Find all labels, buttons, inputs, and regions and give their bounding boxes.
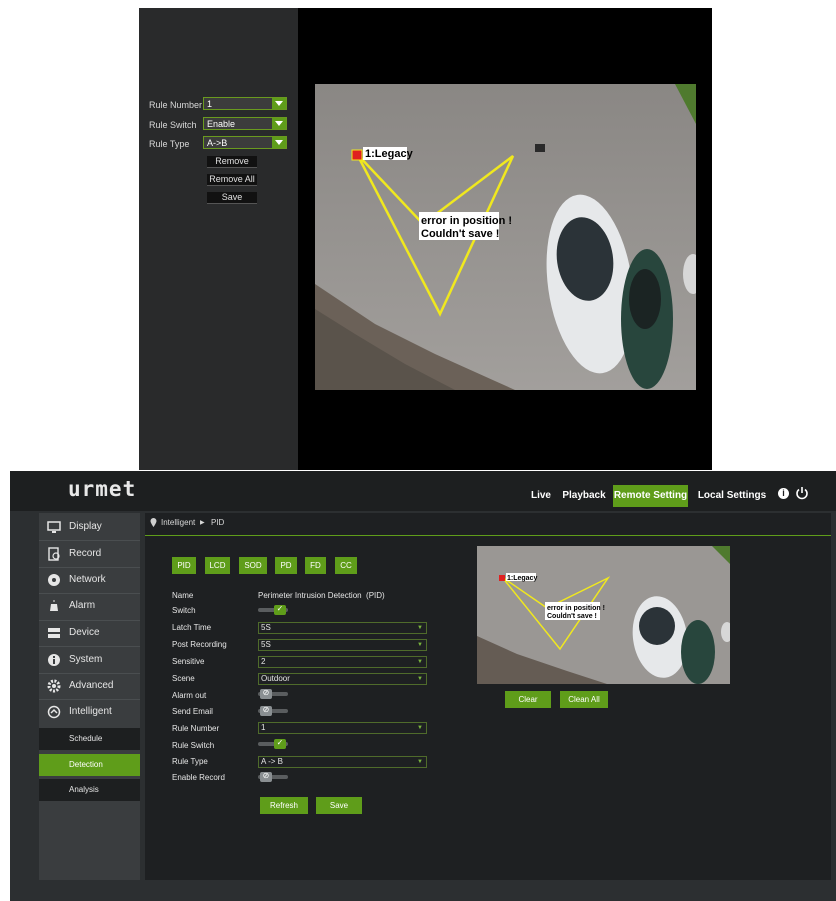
rule-switch-label: Rule Switch	[149, 120, 197, 130]
chevron-down-icon: ▼	[417, 759, 423, 765]
chevron-down-icon: ▼	[417, 725, 423, 731]
name-label: Name	[172, 591, 194, 600]
chevron-right-icon: ▶	[200, 520, 205, 526]
refresh-button[interactable]: Refresh	[260, 797, 308, 814]
send-email-toggle[interactable]: ⊘	[258, 705, 288, 716]
clean-all-button[interactable]: Clean All	[560, 691, 608, 708]
rule-tag-label: 1:Legacy	[507, 575, 537, 582]
breadcrumb-section[interactable]: Intelligent	[161, 518, 195, 527]
record-icon	[48, 547, 60, 561]
nav-local-settings[interactable]: Local Settings	[697, 485, 767, 507]
power-icon[interactable]	[795, 486, 809, 500]
chevron-down-icon: ▼	[417, 676, 423, 682]
gear-icon	[47, 679, 61, 693]
device-icon	[48, 628, 60, 638]
post-recording-label: Post Recording	[172, 640, 227, 649]
scene-select[interactable]: Outdoor ▼	[258, 673, 427, 685]
latch-time-label: Latch Time	[172, 623, 212, 632]
sidebar-subitem-analysis[interactable]: Analysis	[39, 779, 140, 801]
rule-number-label: Rule Number	[149, 100, 203, 110]
alarm-out-label: Alarm out	[172, 691, 207, 700]
save-button[interactable]: Save	[316, 797, 362, 814]
alarm-icon	[50, 600, 58, 611]
chevron-down-icon	[272, 98, 286, 109]
error-message-line2: Couldn't save !	[421, 228, 499, 240]
tab-sod[interactable]: SOD	[239, 557, 267, 574]
network-icon	[48, 574, 60, 586]
rule-type-label: Rule Type	[149, 139, 190, 149]
rule-tag-label: 1:Legacy	[365, 148, 414, 160]
scene-label: Scene	[172, 674, 195, 683]
nav-live[interactable]: Live	[527, 485, 555, 507]
tab-pid[interactable]: PID	[172, 557, 196, 574]
intelligent-icon	[47, 705, 61, 719]
chevron-down-icon: ▼	[417, 659, 423, 665]
sidebar-item-system[interactable]: System	[39, 647, 140, 674]
info-circle-icon	[48, 654, 60, 666]
post-recording-select[interactable]: 5S ▼	[258, 639, 427, 651]
rule-switch-select[interactable]: Enable	[203, 117, 287, 130]
tab-fd[interactable]: FD	[305, 557, 326, 574]
tab-cc[interactable]: CC	[335, 557, 357, 574]
sidebar-item-device[interactable]: Device	[39, 620, 140, 647]
brand-logo: urmet	[68, 477, 137, 501]
rule-settings-panel: Rule Number 1 Rule Switch Enable Rule Ty…	[139, 8, 298, 470]
alarm-out-toggle[interactable]: ⊘	[258, 688, 288, 699]
sidebar-item-advanced[interactable]: Advanced	[39, 673, 140, 700]
camera-preview-small[interactable]: 1:Legacy error in position ! Couldn't sa…	[477, 546, 730, 684]
tab-pd[interactable]: PD	[275, 557, 297, 574]
rule-switch-toggle[interactable]: ✓	[258, 738, 288, 749]
error-message-line1: error in position !	[421, 215, 512, 227]
rule-type-label: Rule Type	[172, 757, 208, 766]
remove-button[interactable]: Remove	[207, 156, 257, 168]
sidebar-subitem-schedule[interactable]: Schedule	[39, 728, 140, 750]
check-icon: ✓	[274, 604, 286, 615]
switch-label: Switch	[172, 606, 196, 615]
save-rule-button[interactable]: Save	[207, 192, 257, 204]
toggle-off-icon: ⊘	[260, 688, 272, 699]
rule-number-label: Rule Number	[172, 724, 220, 733]
rule-switch-label: Rule Switch	[172, 741, 215, 750]
sidebar-item-network[interactable]: Network	[39, 567, 140, 594]
sidebar-item-intelligent[interactable]: Intelligent	[39, 699, 140, 726]
sidebar-item-record[interactable]: Record	[39, 541, 140, 568]
toggle-off-icon: ⊘	[260, 771, 272, 782]
breadcrumb-page: PID	[211, 518, 225, 527]
tab-lcd[interactable]: LCD	[205, 557, 230, 574]
chevron-down-icon: ▼	[417, 642, 423, 648]
breadcrumb	[145, 513, 831, 536]
clear-button[interactable]: Clear	[505, 691, 551, 708]
sidebar-subitem-detection[interactable]: Detection	[39, 754, 140, 776]
toggle-off-icon: ⊘	[260, 705, 272, 716]
switch-toggle[interactable]: ✓	[258, 604, 288, 615]
rule-number-select[interactable]: 1 ▼	[258, 722, 427, 734]
chevron-down-icon	[272, 137, 286, 148]
enable-record-toggle[interactable]: ⊘	[258, 771, 288, 782]
rule-type-select[interactable]: A -> B ▼	[258, 756, 427, 768]
chevron-down-icon: ▼	[417, 625, 423, 631]
error-message-line1: error in position !	[547, 605, 605, 612]
chevron-down-icon	[272, 118, 286, 129]
rule-number-select[interactable]: 1	[203, 97, 287, 110]
nav-playback[interactable]: Playback	[562, 485, 606, 507]
info-icon[interactable]: i	[778, 488, 789, 499]
remove-all-button[interactable]: Remove All	[207, 174, 257, 186]
sensitive-label: Sensitive	[172, 657, 205, 666]
sensitive-select[interactable]: 2 ▼	[258, 656, 427, 668]
name-value: Perimeter Intrusion Detection (PID)	[258, 591, 385, 600]
monitor-icon	[47, 521, 61, 533]
rule-type-select[interactable]: A->B	[203, 136, 287, 149]
check-icon: ✓	[274, 738, 286, 749]
camera-preview-large[interactable]: 1:Legacy error in position ! Couldn't sa…	[315, 84, 696, 390]
location-pin-icon	[150, 518, 157, 527]
enable-record-label: Enable Record	[172, 773, 225, 782]
latch-time-select[interactable]: 5S ▼	[258, 622, 427, 634]
send-email-label: Send Email	[172, 707, 213, 716]
nav-remote-setting[interactable]: Remote Setting	[613, 485, 688, 507]
error-message-line2: Couldn't save !	[547, 613, 597, 620]
sidebar-item-alarm[interactable]: Alarm	[39, 593, 140, 620]
sidebar-item-display[interactable]: Display	[39, 514, 140, 541]
